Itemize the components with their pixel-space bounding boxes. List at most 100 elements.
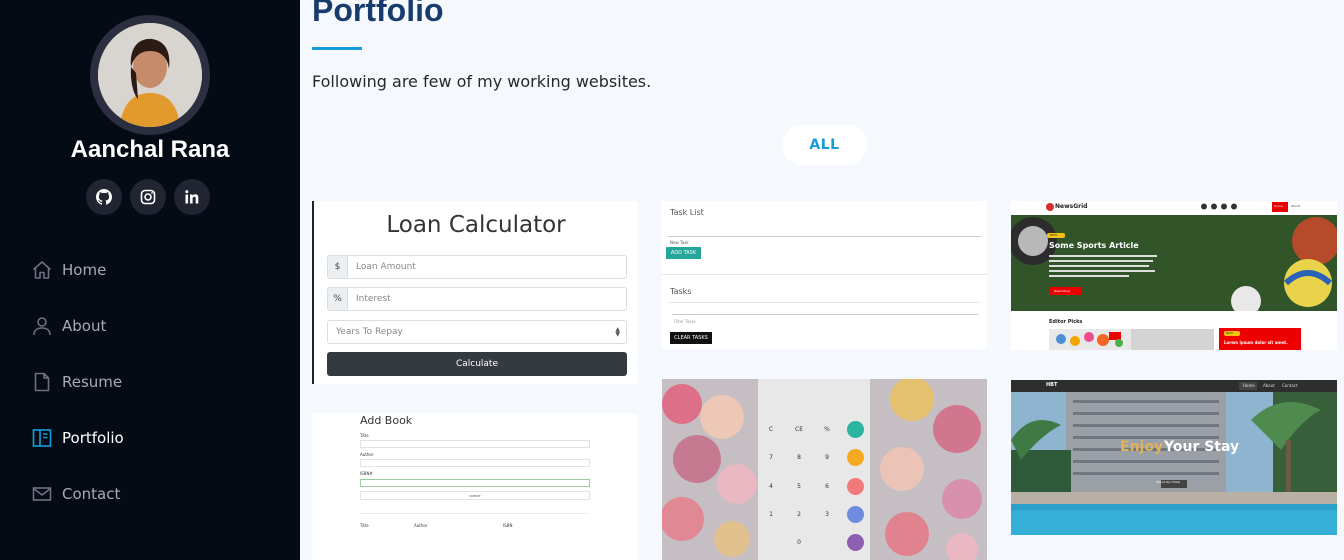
linkedin-link[interactable] [174, 179, 210, 215]
col-title: Title [360, 523, 369, 528]
nav-resume[interactable]: Resume [31, 368, 122, 396]
calc-key: 6 [825, 483, 829, 490]
divider [360, 513, 590, 514]
filter-label: Filter Tasks [674, 319, 696, 324]
loan-amount-field: $ Loan Amount [327, 255, 627, 279]
news-brand: NewsGrid [1055, 203, 1088, 210]
spinner-icon: ▲ ▼ [615, 326, 620, 338]
book-title-input [360, 440, 590, 448]
nav-home-label: Home [62, 261, 107, 279]
news-side-text: Lorem ipsum dolor sit amet. [1224, 340, 1288, 345]
nav-about[interactable]: About [31, 312, 106, 340]
news-preview [1011, 201, 1337, 350]
new-task-label: New Task [670, 240, 689, 245]
loan-amount-placeholder: Loan Amount [356, 262, 416, 272]
portfolio-item-loan-calculator[interactable]: Loan Calculator $ Loan Amount % Interest… [312, 201, 638, 384]
nav-portfolio[interactable]: Portfolio [31, 424, 124, 452]
book-submit-button: SUBMIT [360, 491, 590, 500]
calculate-button: Calculate [327, 352, 627, 376]
news-nav-home: Home [1274, 204, 1283, 208]
home-icon [32, 261, 52, 279]
book-title-label: Title [360, 433, 369, 438]
news-tag: NEW [1050, 233, 1058, 237]
clear-tasks-button: CLEAR TASKS [670, 332, 712, 344]
envelope-icon [32, 487, 52, 501]
page-title: Portfolio [312, 0, 444, 28]
calc-key: 1 [769, 511, 773, 518]
nav-resume-label: Resume [62, 373, 123, 391]
avatar [98, 23, 202, 127]
calc-op-key [847, 449, 864, 466]
book-isbn-label: ISBN# [360, 471, 373, 476]
hotel-headline-a: Enjoy [1120, 439, 1164, 455]
task-list-heading: Task List [670, 208, 704, 217]
profile-name: Aanchal Rana [70, 136, 230, 163]
years-placeholder: Years To Repay [336, 327, 403, 337]
portfolio-item-book-list[interactable]: Add Book Title Author ISBN# SUBMIT Title… [312, 414, 638, 560]
intro-text: Following are few of my working websites… [312, 72, 652, 91]
portfolio-item-calculator[interactable]: C CE % 7 8 9 4 5 6 1 2 3 0 [662, 379, 987, 560]
calc-key: 3 [825, 511, 829, 518]
calc-op-key [847, 421, 864, 438]
divider [662, 274, 987, 275]
calc-op-key [847, 506, 864, 523]
portfolio-item-hotel[interactable]: HBT Home About Contact Enjoy Your Stay A… [1011, 380, 1337, 535]
add-task-button: ADD TASK [666, 247, 701, 259]
hotel-nav-home: Home [1243, 383, 1255, 388]
news-nav-about: About [1291, 204, 1300, 208]
nav-contact[interactable]: Contact [31, 480, 120, 508]
calc-op-key [847, 478, 864, 495]
book-author-input [360, 459, 590, 467]
calc-key: 0 [797, 539, 801, 546]
news-read-more: Read More [1054, 289, 1070, 293]
instagram-icon [140, 189, 156, 205]
nav-contact-label: Contact [62, 485, 121, 503]
hotel-headline-b: Your Stay [1164, 439, 1240, 455]
title-underline [312, 47, 362, 50]
linkedin-icon [185, 190, 199, 204]
calc-key: 8 [797, 454, 801, 461]
col-isbn: ISBN [503, 523, 513, 528]
percent-prefix: % [328, 288, 348, 310]
news-editor-picks: Editor Picks [1049, 319, 1083, 325]
divider [668, 302, 981, 303]
calc-op-key [847, 534, 864, 551]
loan-calc-title: Loan Calculator [386, 212, 566, 238]
hotel-preview [1011, 380, 1337, 535]
hotel-brand: HBT [1046, 382, 1058, 388]
nav-portfolio-label: Portfolio [62, 429, 124, 447]
tasks-heading: Tasks [670, 287, 692, 296]
hotel-about-button: About Our Hotel [1156, 480, 1181, 484]
book-author-label: Author [360, 452, 374, 457]
calc-key: CE [795, 426, 803, 433]
news-headline: Some Sports Article [1049, 241, 1139, 250]
interest-placeholder: Interest [356, 294, 391, 304]
portfolio-item-news-grid[interactable]: NewsGrid Home About NEW Some Sports Arti… [1011, 201, 1337, 350]
hotel-nav-about: About [1263, 383, 1275, 388]
github-link[interactable] [86, 179, 122, 215]
filter-all-button[interactable]: ALL [782, 125, 867, 165]
calc-key: 4 [769, 483, 773, 490]
book-isbn-input [360, 479, 590, 487]
divider [668, 236, 981, 237]
calculator-panel [758, 379, 870, 560]
github-icon [96, 189, 112, 205]
calc-key: 9 [825, 454, 829, 461]
instagram-link[interactable] [130, 179, 166, 215]
calc-key: 2 [797, 511, 801, 518]
hotel-nav-contact: Contact [1282, 383, 1298, 388]
calc-key: C [768, 426, 774, 433]
nav-home[interactable]: Home [31, 256, 106, 284]
book-icon [32, 429, 52, 447]
calc-key: 7 [769, 454, 773, 461]
sidebar: Aanchal Rana Home About Resume Portfolio… [0, 0, 300, 560]
calc-key: % [824, 426, 830, 433]
years-field: Years To Repay ▲ ▼ [327, 320, 627, 344]
add-book-title: Add Book [360, 414, 413, 427]
nav-about-label: About [62, 317, 107, 335]
file-icon [34, 372, 50, 392]
portfolio-item-task-list[interactable]: Task List New Task ADD TASK Tasks Filter… [662, 201, 987, 349]
avatar-ring [90, 15, 210, 135]
dollar-prefix: $ [328, 256, 348, 278]
news-side-tag: NEW [1226, 331, 1234, 335]
